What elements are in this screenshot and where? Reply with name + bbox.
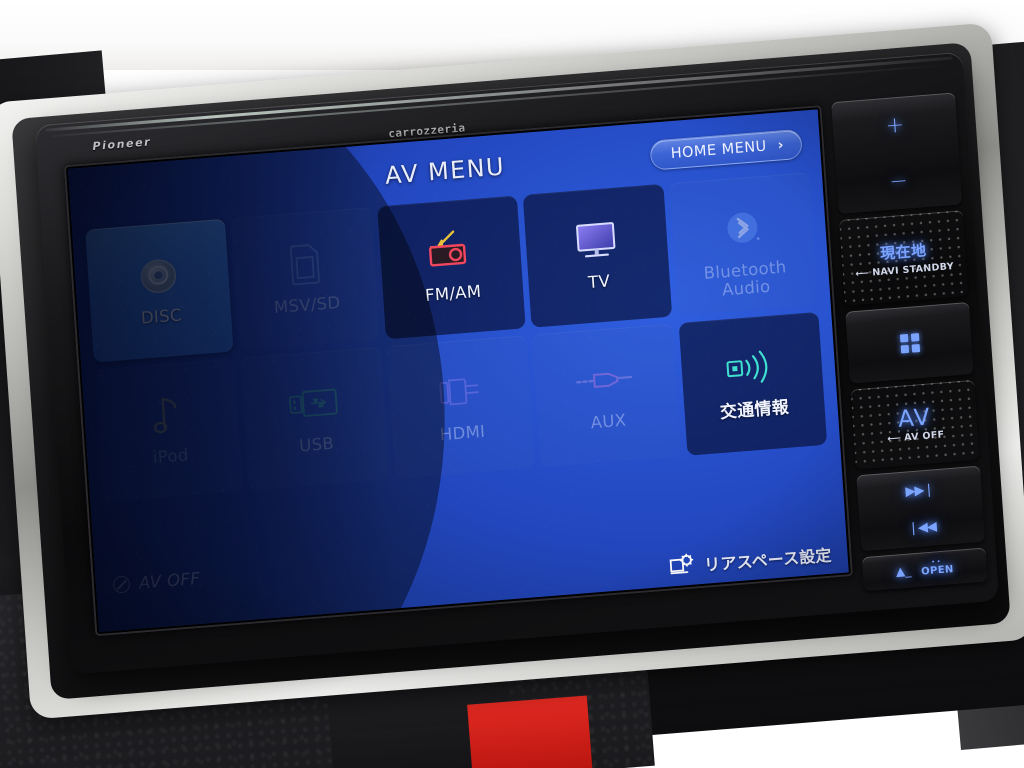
tile-tv[interactable]: TV bbox=[522, 183, 672, 328]
tile-label: DISC bbox=[140, 305, 183, 328]
tile-hdmi[interactable]: HDMI bbox=[386, 335, 536, 480]
navi-arrow-icon: ⟵ bbox=[855, 267, 870, 280]
plus-icon[interactable]: + bbox=[885, 113, 905, 139]
tile-ipod[interactable]: iPod bbox=[94, 358, 244, 503]
four-square-grid-icon bbox=[899, 332, 920, 354]
navi-label: 現在地 bbox=[879, 240, 928, 263]
tile-msv-sd[interactable]: MSV/SD bbox=[231, 207, 380, 351]
tile-label: MSV/SD bbox=[273, 292, 342, 318]
tile-disc[interactable]: DISC bbox=[85, 218, 234, 363]
menu-grid-button[interactable] bbox=[845, 301, 974, 384]
tile-fm-am[interactable]: FM/AM bbox=[376, 195, 526, 340]
tile-label: TV bbox=[587, 271, 611, 293]
tile-label: FM/AM bbox=[424, 281, 482, 306]
dashboard-red-accent bbox=[467, 695, 593, 768]
eject-icon: ▲_ bbox=[895, 563, 912, 579]
next-track-icon[interactable]: ▶▶❘ bbox=[905, 482, 934, 499]
tile-traffic-info[interactable]: 交通情報 bbox=[678, 311, 828, 456]
home-menu-button[interactable]: HOME MENU › bbox=[649, 128, 803, 171]
av-off-circle-slash-icon bbox=[112, 575, 131, 594]
lcd-display[interactable]: AV MENU HOME MENU › DISC MSV/SD FM/AM TV… bbox=[67, 109, 849, 632]
av-off-button[interactable]: AV OFF bbox=[112, 568, 201, 595]
radio-icon bbox=[379, 219, 523, 284]
previous-track-icon[interactable]: ❘◀◀ bbox=[908, 519, 937, 536]
usb-icon bbox=[242, 371, 386, 436]
av-source-grid: DISC MSV/SD FM/AM TV Bluetooth Audio iPo… bbox=[85, 172, 828, 503]
music-note-icon bbox=[96, 382, 240, 447]
av-off-label: AV OFF bbox=[138, 568, 201, 593]
open-label: •• OPEN bbox=[920, 558, 955, 578]
tile-label: HDMI bbox=[439, 421, 486, 445]
navi-standby-label: NAVI STANDBY bbox=[871, 260, 955, 279]
car-head-unit: Pioneer carrozzeria AV MENU HOME MENU › bbox=[34, 51, 1000, 675]
navi-current-location-button[interactable]: 現在地 ⟵ NAVI STANDBY bbox=[839, 210, 969, 306]
tile-label: 交通情報 bbox=[719, 397, 790, 424]
aux-jack-icon bbox=[534, 348, 678, 413]
chevron-right-icon: › bbox=[777, 137, 785, 154]
av-arrow-icon: ⟵ bbox=[886, 432, 902, 445]
tile-aux[interactable]: AUX bbox=[532, 323, 682, 468]
av-label: AV bbox=[897, 403, 932, 433]
tile-label: AUX bbox=[590, 410, 627, 433]
minus-icon[interactable]: − bbox=[889, 168, 909, 194]
disc-icon bbox=[87, 243, 231, 308]
bluetooth-icon bbox=[670, 196, 814, 261]
screen-gear-icon bbox=[669, 553, 696, 578]
tile-label: Bluetooth Audio bbox=[703, 257, 787, 300]
rear-space-settings-button[interactable]: リアスペース設定 bbox=[669, 542, 833, 579]
track-rocker[interactable]: ▶▶❘ ❘◀◀ bbox=[856, 465, 986, 552]
tile-label: USB bbox=[298, 433, 335, 456]
television-icon bbox=[525, 208, 669, 273]
home-menu-label: HOME MENU bbox=[670, 138, 768, 163]
av-button[interactable]: AV ⟵ AV OFF bbox=[850, 379, 980, 470]
volume-rocker[interactable]: + − bbox=[831, 92, 963, 215]
hdmi-plug-icon bbox=[388, 359, 532, 424]
broadcast-icon bbox=[680, 336, 824, 401]
tile-bluetooth-audio[interactable]: Bluetooth Audio bbox=[668, 172, 818, 317]
tile-label: iPod bbox=[152, 445, 190, 468]
av-off-hardware-label: AV OFF bbox=[903, 428, 945, 444]
rear-space-label: リアスペース設定 bbox=[703, 545, 833, 575]
screenshot-root: Pioneer carrozzeria AV MENU HOME MENU › bbox=[0, 0, 1024, 768]
tile-usb[interactable]: USB bbox=[240, 346, 390, 491]
lcd-bezel: AV MENU HOME MENU › DISC MSV/SD FM/AM TV… bbox=[63, 105, 854, 637]
sd-card-icon bbox=[233, 231, 377, 296]
